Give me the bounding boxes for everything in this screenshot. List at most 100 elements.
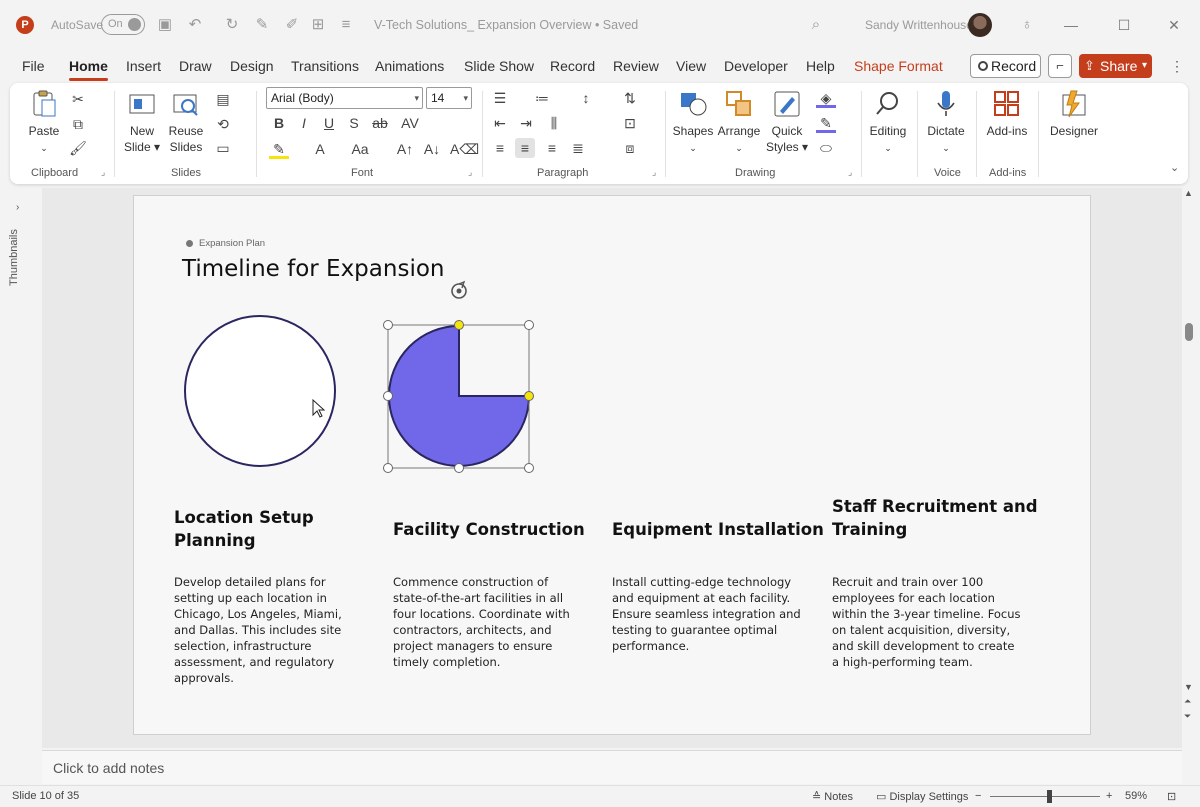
adjust-handle-top[interactable] xyxy=(454,320,464,330)
format-painter-icon[interactable]: ✎ xyxy=(252,15,272,35)
tab-file[interactable]: File xyxy=(22,58,45,74)
tab-transitions[interactable]: Transitions xyxy=(291,58,359,74)
dialog-launcher-icon[interactable]: ⌟ xyxy=(848,167,852,178)
column-3-title[interactable]: Equipment Installation xyxy=(612,518,824,541)
column-3-text[interactable]: Install cutting-edge technology and equi… xyxy=(612,574,801,654)
expand-thumbnails-icon[interactable]: › xyxy=(16,202,19,213)
editing-button[interactable]: Editing ⌄ xyxy=(866,89,910,156)
column-1-title[interactable]: Location Setup Planning xyxy=(174,506,314,552)
columns-icon[interactable]: ⫼ xyxy=(544,113,564,133)
increase-indent-icon[interactable]: ⇥ xyxy=(516,113,536,133)
decrease-indent-icon[interactable]: ⇤ xyxy=(490,113,510,133)
reuse-slides-button[interactable]: Reuse Slides xyxy=(166,89,206,155)
shape-effects-icon[interactable]: ⬭ xyxy=(816,138,836,158)
shapes-button[interactable]: Shapes ⌄ xyxy=(672,89,714,156)
resize-handle-w[interactable] xyxy=(383,391,393,401)
next-slide-icon[interactable]: ⏷ xyxy=(1184,711,1191,722)
dialog-launcher-icon[interactable]: ⌟ xyxy=(468,167,472,178)
tab-design[interactable]: Design xyxy=(230,58,274,74)
record-button[interactable]: Record xyxy=(970,54,1041,78)
resize-handle-ne[interactable] xyxy=(524,320,534,330)
tab-record[interactable]: Record xyxy=(550,58,595,74)
add-ins-button[interactable]: Add-ins xyxy=(982,89,1032,139)
presenter-icon[interactable]: ⊞ xyxy=(308,15,328,35)
minimize-icon[interactable]: — xyxy=(1060,14,1082,36)
tab-view[interactable]: View xyxy=(676,58,706,74)
font-size-combo[interactable]: 14 ▾ xyxy=(426,87,472,109)
bullets-icon[interactable]: ☰ xyxy=(490,88,510,108)
column-4-title[interactable]: Staff Recruitment and Training xyxy=(832,495,1038,541)
search-icon[interactable]: ⌕ xyxy=(806,15,826,35)
slide-canvas[interactable]: Expansion Plan Timeline for Expansion Lo… xyxy=(133,195,1091,735)
underline-icon[interactable]: U xyxy=(319,113,339,133)
notes-placeholder[interactable]: Click to add notes xyxy=(53,760,164,776)
clear-formatting-icon[interactable]: A⌫ xyxy=(450,139,479,159)
new-slide-button[interactable]: New Slide ▾ xyxy=(122,89,162,155)
autosave-toggle[interactable]: On xyxy=(101,14,145,35)
align-left-icon[interactable]: ≡ xyxy=(490,138,510,158)
font-name-combo[interactable]: Arial (Body) ▾ xyxy=(266,87,423,109)
pen-icon[interactable]: ✐ xyxy=(282,15,302,35)
cut-icon[interactable]: ✂ xyxy=(68,89,88,109)
scroll-up-icon[interactable]: ▲ xyxy=(1184,188,1193,198)
undo-icon[interactable]: ↶ xyxy=(185,15,205,35)
tab-shape-format[interactable]: Shape Format xyxy=(854,58,943,74)
font-color-icon[interactable]: A xyxy=(310,139,330,159)
resize-handle-nw[interactable] xyxy=(383,320,393,330)
resize-handle-sw[interactable] xyxy=(383,463,393,473)
save-icon[interactable]: ▣ xyxy=(155,15,175,35)
dictate-button[interactable]: Dictate ⌄ xyxy=(923,89,969,156)
tab-home[interactable]: Home xyxy=(69,58,108,81)
italic-icon[interactable]: I xyxy=(294,113,314,133)
close-icon[interactable]: ✕ xyxy=(1163,14,1185,36)
increase-font-icon[interactable]: A↑ xyxy=(395,139,415,159)
share-button[interactable]: ⇪ Share ▾ xyxy=(1079,54,1152,78)
resize-handle-s[interactable] xyxy=(454,463,464,473)
change-case-icon[interactable]: Aa xyxy=(350,139,370,159)
paste-button[interactable]: Paste ⌄ xyxy=(26,89,62,156)
user-name[interactable]: Sandy Writtenhouse xyxy=(865,18,973,32)
zoom-in-icon[interactable]: + xyxy=(1106,790,1112,802)
tab-help[interactable]: Help xyxy=(806,58,835,74)
character-spacing-icon[interactable]: AV xyxy=(400,113,420,133)
column-2-title[interactable]: Facility Construction xyxy=(393,518,585,541)
reset-icon[interactable]: ⟲ xyxy=(213,114,233,134)
tab-animations[interactable]: Animations xyxy=(375,58,444,74)
tab-draw[interactable]: Draw xyxy=(179,58,212,74)
previous-slide-icon[interactable]: ⏶ xyxy=(1184,696,1191,707)
avatar[interactable] xyxy=(968,13,992,37)
shape-outline-icon[interactable]: ✎ xyxy=(816,113,836,133)
notes-toggle[interactable]: ≙ Notes xyxy=(812,790,853,803)
tab-insert[interactable]: Insert xyxy=(126,58,161,74)
dialog-launcher-icon[interactable]: ⌟ xyxy=(101,167,105,178)
designer-button[interactable]: Designer xyxy=(1044,89,1104,139)
section-icon[interactable]: ▭ xyxy=(213,138,233,158)
customize-icon[interactable]: ≡ xyxy=(336,15,356,35)
text-direction-icon[interactable]: ⇅ xyxy=(620,88,640,108)
rotate-handle[interactable] xyxy=(451,280,467,299)
bold-icon[interactable]: B xyxy=(269,113,289,133)
maximize-icon[interactable]: ☐ xyxy=(1113,14,1135,36)
vertical-scrollbar[interactable]: ▲ ▼ ⏶ ⏷ xyxy=(1182,188,1196,748)
redo-icon[interactable]: ↻ xyxy=(222,15,242,35)
justify-icon[interactable]: ≣ xyxy=(568,138,588,158)
quick-styles-button[interactable]: Quick Styles ▾ xyxy=(764,89,810,155)
zoom-slider[interactable] xyxy=(990,796,1100,797)
zoom-slider-thumb[interactable] xyxy=(1047,790,1052,803)
notes-pane[interactable]: Click to add notes xyxy=(42,750,1182,784)
thumbnails-pane[interactable]: › Thumbnails xyxy=(0,188,42,748)
scroll-down-icon[interactable]: ▼ xyxy=(1184,682,1193,692)
column-2-text[interactable]: Commence construction of state-of-the-ar… xyxy=(393,574,570,670)
shape-fill-icon[interactable]: ◈ xyxy=(816,88,836,108)
pie-shape[interactable] xyxy=(388,324,531,467)
tab-slide-show[interactable]: Slide Show xyxy=(464,58,534,74)
format-painter-icon[interactable]: 🖌 xyxy=(68,138,88,158)
document-title[interactable]: V-Tech Solutions_ Expansion Overview • S… xyxy=(374,18,638,32)
comments-button[interactable]: ⌐ xyxy=(1048,54,1072,78)
shadow-icon[interactable]: S xyxy=(344,113,364,133)
column-4-text[interactable]: Recruit and train over 100 employees for… xyxy=(832,574,1021,670)
scrollbar-thumb[interactable] xyxy=(1185,323,1193,341)
arrange-button[interactable]: Arrange ⌄ xyxy=(716,89,762,156)
smartart-icon[interactable]: ⧈ xyxy=(620,138,640,158)
align-text-icon[interactable]: ⊡ xyxy=(620,113,640,133)
